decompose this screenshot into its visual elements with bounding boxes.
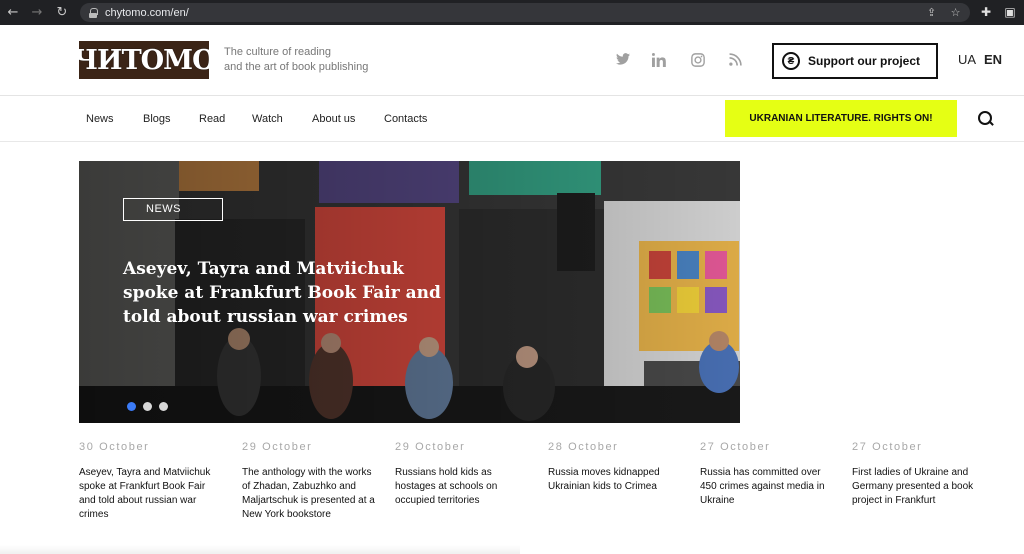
ukrainian-literature-rights-button[interactable]: UKRANIAN LITERATURE. RIGHTS ON! xyxy=(725,100,957,137)
tagline-line-1: The culture of reading xyxy=(224,46,332,58)
share-icon[interactable]: ⇪ xyxy=(924,5,939,20)
news-headline[interactable]: First ladies of Ukraine and Germany pres… xyxy=(852,466,992,508)
hero-headline[interactable]: Aseyev, Tayra and Matviichuk spoke at Fr… xyxy=(123,257,453,329)
browser-toolbar: ← → ↻ chytomo.com/en/ ⇪ ☆ ✚ ▣ xyxy=(0,0,1024,25)
carousel-dot-3[interactable] xyxy=(159,402,168,411)
site-header: ЧИТОМО The culture of reading and the ar… xyxy=(0,25,1024,96)
search-icon[interactable] xyxy=(978,111,994,127)
nav-item-blogs[interactable]: Blogs xyxy=(143,113,171,125)
carousel-dot-1[interactable] xyxy=(127,402,136,411)
back-arrow-icon[interactable]: ← xyxy=(4,4,22,22)
carousel-dot-2[interactable] xyxy=(143,402,152,411)
linkedin-icon[interactable] xyxy=(651,53,667,67)
nav-item-about-us[interactable]: About us xyxy=(312,113,355,125)
url-text[interactable]: chytomo.com/en/ xyxy=(105,7,189,19)
news-card[interactable]: 29 October Russians hold kids as hostage… xyxy=(395,441,535,508)
forward-arrow-icon[interactable]: → xyxy=(28,4,46,22)
lang-ua-link[interactable]: UA xyxy=(958,52,976,67)
hero-category-tag[interactable]: NEWS xyxy=(123,198,223,221)
nav-item-read[interactable]: Read xyxy=(199,113,225,125)
hero-carousel[interactable]: NEWS Aseyev, Tayra and Matviichuk spoke … xyxy=(79,161,740,423)
news-date: 30 October xyxy=(79,441,150,453)
news-headline[interactable]: Russia has committed over 450 crimes aga… xyxy=(700,466,840,508)
tagline-line-2: and the art of book publishing xyxy=(224,61,369,73)
page-bottom-shadow xyxy=(0,545,520,554)
twitter-icon[interactable] xyxy=(615,53,631,67)
news-card[interactable]: 30 October Aseyev, Tayra and Matviichuk … xyxy=(79,441,219,522)
sidebar-icon[interactable]: ▣ xyxy=(1002,4,1018,20)
site-tagline: The culture of reading and the art of bo… xyxy=(224,45,368,75)
logo-text: ЧИТОМО xyxy=(79,44,209,76)
bookmark-star-icon[interactable]: ☆ xyxy=(948,5,963,20)
nav-item-watch[interactable]: Watch xyxy=(252,113,283,125)
news-card[interactable]: 28 October Russia moves kidnapped Ukrain… xyxy=(548,441,688,494)
main-navigation: News Blogs Read Watch About us Contacts … xyxy=(0,96,1024,142)
rss-icon[interactable] xyxy=(727,53,743,67)
hryvnia-coin-icon: ₴ xyxy=(782,52,800,70)
news-card[interactable]: 29 October The anthology with the works … xyxy=(242,441,382,522)
news-headline[interactable]: Aseyev, Tayra and Matviichuk spoke at Fr… xyxy=(79,466,219,522)
extensions-icon[interactable]: ✚ xyxy=(978,4,994,20)
lang-en-link[interactable]: EN xyxy=(984,52,1002,67)
news-card[interactable]: 27 October First ladies of Ukraine and G… xyxy=(852,441,992,508)
news-headline[interactable]: Russia moves kidnapped Ukrainian kids to… xyxy=(548,466,688,494)
instagram-icon[interactable] xyxy=(690,53,706,67)
nav-item-contacts[interactable]: Contacts xyxy=(384,113,427,125)
lock-icon[interactable] xyxy=(89,7,98,18)
support-label: Support our project xyxy=(808,54,920,68)
news-card[interactable]: 27 October Russia has committed over 450… xyxy=(700,441,840,508)
news-headline[interactable]: The anthology with the works of Zhadan, … xyxy=(242,466,382,522)
news-headline[interactable]: Russians hold kids as hostages at school… xyxy=(395,466,535,508)
news-date: 27 October xyxy=(700,441,771,453)
address-bar[interactable]: chytomo.com/en/ ⇪ ☆ xyxy=(80,3,970,22)
news-date: 29 October xyxy=(395,441,466,453)
news-date: 29 October xyxy=(242,441,313,453)
news-date: 28 October xyxy=(548,441,619,453)
site-logo[interactable]: ЧИТОМО xyxy=(79,41,209,79)
nav-item-news[interactable]: News xyxy=(86,113,114,125)
news-date: 27 October xyxy=(852,441,923,453)
support-project-button[interactable]: ₴ Support our project xyxy=(772,43,938,79)
reload-icon[interactable]: ↻ xyxy=(53,4,71,22)
